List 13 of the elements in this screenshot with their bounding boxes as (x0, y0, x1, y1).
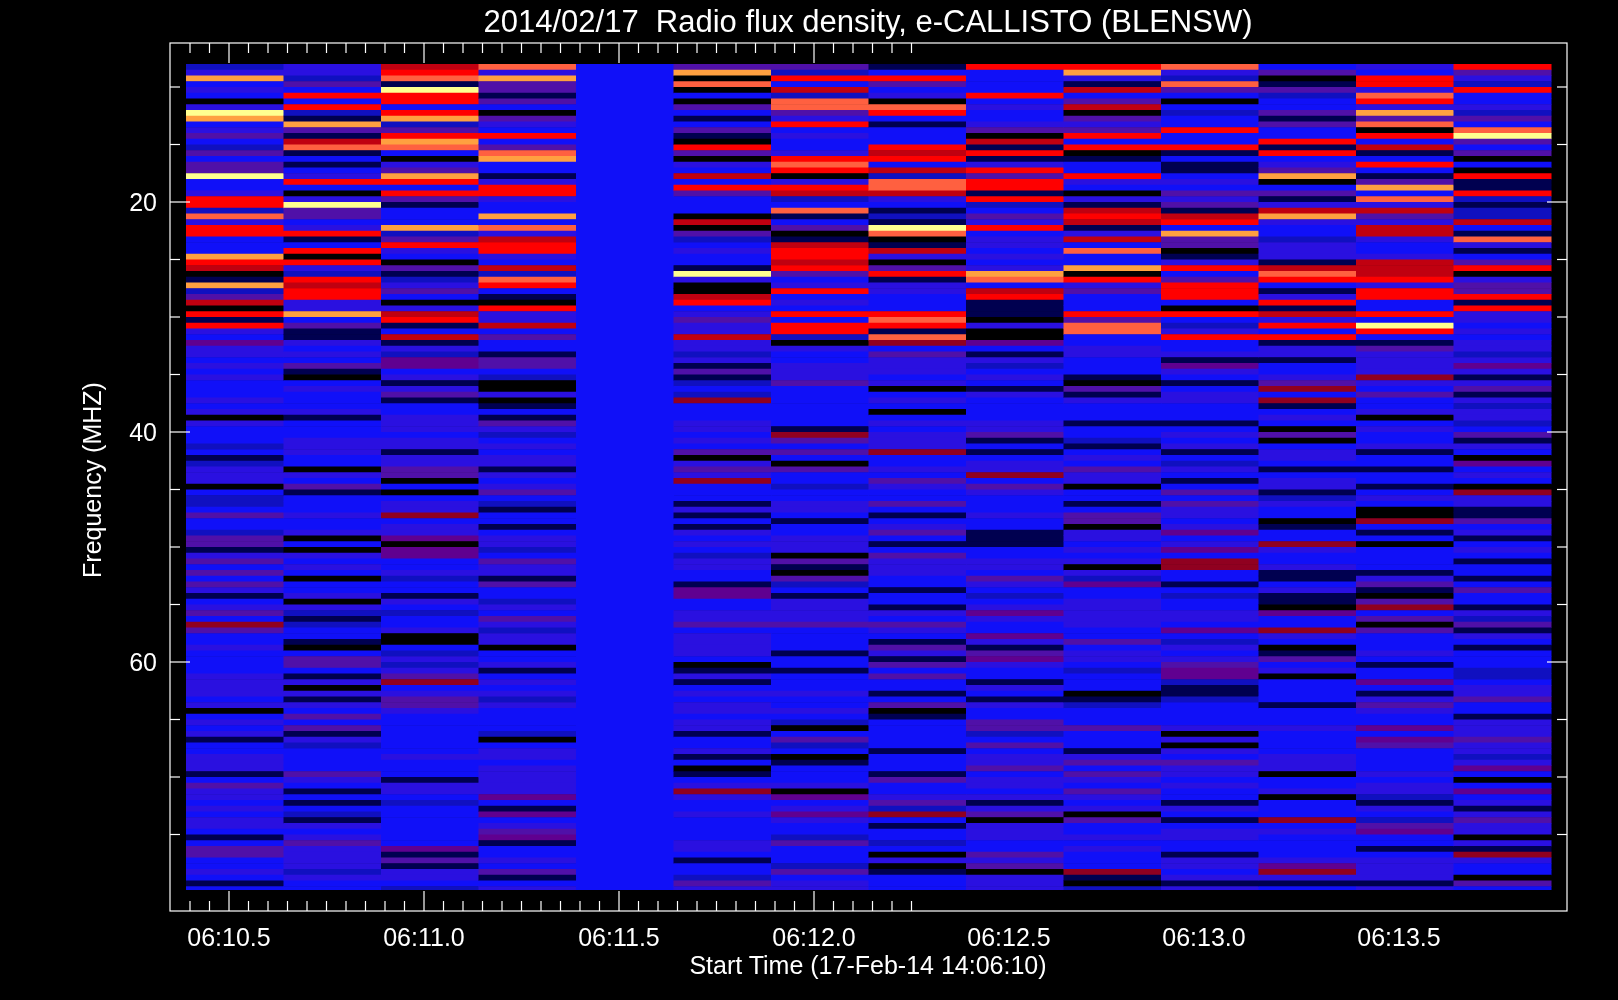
x-tick-label: 06:13.5 (1357, 923, 1441, 951)
x-tick-label: 06:13.0 (1162, 923, 1246, 951)
x-tick-label: 06:10.5 (187, 923, 271, 951)
y-tick-label: 20 (129, 188, 157, 216)
y-tick-label: 40 (129, 418, 157, 446)
x-axis-label: Start Time (17-Feb-14 14:06:10) (689, 951, 1047, 979)
y-tick-label: 60 (129, 648, 157, 676)
x-tick-label: 06:12.5 (967, 923, 1051, 951)
chart-title: 2014/02/17 Radio flux density, e-CALLISTO (BLENSW) (483, 4, 1253, 39)
x-tick-label: 06:11.0 (383, 923, 465, 951)
x-tick-label: 06:12.0 (772, 923, 856, 951)
y-axis-label: Frequency (MHZ) (78, 382, 106, 578)
x-tick-label: 06:11.5 (578, 923, 660, 951)
